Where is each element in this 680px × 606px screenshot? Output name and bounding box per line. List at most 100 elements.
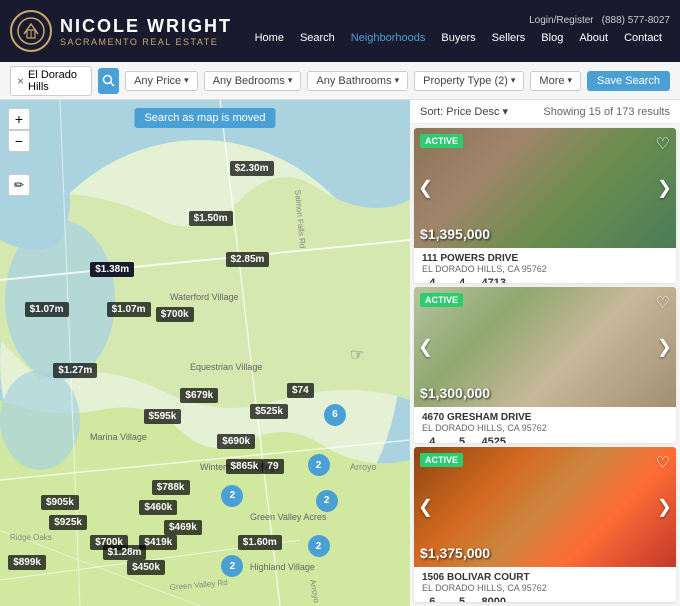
draw-tool-button[interactable]: ✏	[8, 174, 30, 196]
nav-buyers[interactable]: Buyers	[433, 28, 483, 48]
listing-card[interactable]: ACTIVE ♡ ❮ ❯ $1,395,000 111 POWERS DRIVE…	[414, 128, 676, 283]
sqft-stat: 8000 Sq.Ft.	[482, 596, 506, 602]
nav-home[interactable]: Home	[247, 28, 292, 48]
more-filter[interactable]: More ▾	[530, 71, 581, 91]
listing-city: EL DORADO HILLS, CA 95762	[422, 264, 668, 274]
save-search-button[interactable]: Save Search	[587, 71, 670, 91]
price-label[interactable]: $1.07m	[25, 302, 69, 317]
active-badge: ACTIVE	[420, 134, 463, 148]
listing-stats: 4 Beds 4 Baths 4713 Sq.Ft.	[422, 277, 668, 283]
nav-contact[interactable]: Contact	[616, 28, 670, 48]
nav-blog[interactable]: Blog	[533, 28, 571, 48]
listing-image: ACTIVE ♡ ❮ ❯ $1,375,000	[414, 447, 676, 567]
price-label[interactable]: $690k	[217, 434, 255, 449]
price-label[interactable]: $469k	[164, 520, 202, 535]
price-filter[interactable]: Any Price ▾	[125, 71, 198, 91]
remove-location[interactable]: ×	[17, 74, 24, 88]
beds-value: 4	[429, 277, 435, 283]
listing-price-overlay: $1,375,000	[420, 545, 490, 561]
map-area: Waterford Village Equestrian Village Mar…	[0, 100, 410, 606]
cluster-2[interactable]: 2	[221, 485, 243, 507]
favorite-icon[interactable]: ♡	[656, 293, 670, 313]
price-label[interactable]: $905k	[41, 495, 79, 510]
nav-search[interactable]: Search	[292, 28, 343, 48]
cluster-6[interactable]: 6	[324, 404, 346, 426]
sort-button[interactable]: Sort: Price Desc ▾	[420, 105, 508, 118]
favorite-icon[interactable]: ♡	[656, 134, 670, 154]
price-label[interactable]: $460k	[139, 500, 177, 515]
sort-arrow-icon: ▾	[502, 105, 508, 118]
search-bar: × El Dorado Hills Any Price ▾ Any Bedroo…	[0, 62, 680, 100]
baths-value: 5	[459, 596, 465, 602]
bedrooms-filter[interactable]: Any Bedrooms ▾	[204, 71, 302, 91]
listing-card[interactable]: ACTIVE ♡ ❮ ❯ $1,375,000 1506 BOLIVAR COU…	[414, 447, 676, 602]
price-label[interactable]: $450k	[127, 560, 165, 575]
price-label[interactable]: $899k	[8, 555, 46, 570]
cluster-2[interactable]: 2	[308, 454, 330, 476]
listing-city: EL DORADO HILLS, CA 95762	[422, 423, 668, 433]
price-label[interactable]: $679k	[180, 388, 218, 403]
cluster-2[interactable]: 2	[316, 490, 338, 512]
price-label[interactable]: $1.07m	[107, 302, 151, 317]
price-label[interactable]: $74	[287, 383, 314, 398]
active-badge: ACTIVE	[420, 293, 463, 307]
prev-image-button[interactable]: ❮	[418, 496, 433, 517]
beds-stat: 4 Beds	[422, 436, 443, 442]
listing-image: ACTIVE ♡ ❮ ❯ $1,300,000	[414, 287, 676, 407]
location-text: El Dorado Hills	[28, 69, 85, 93]
nav-about[interactable]: About	[571, 28, 616, 48]
prev-image-button[interactable]: ❮	[418, 337, 433, 358]
price-label[interactable]: 79	[262, 459, 283, 474]
nav-sellers[interactable]: Sellers	[484, 28, 534, 48]
svg-text:Highland Village: Highland Village	[250, 562, 315, 572]
baths-stat: 4 Baths	[451, 277, 474, 283]
nav-neighborhoods[interactable]: Neighborhoods	[343, 28, 434, 48]
login-link[interactable]: Login/Register	[529, 15, 593, 26]
listing-address: 4670 GRESHAM DRIVE	[422, 412, 668, 423]
bathrooms-filter[interactable]: Any Bathrooms ▾	[307, 71, 408, 91]
listing-card[interactable]: ACTIVE ♡ ❮ ❯ $1,300,000 4670 GRESHAM DRI…	[414, 287, 676, 442]
header: NICOLE WRIGHT SACRAMENTO REAL ESTATE Log…	[0, 0, 680, 62]
price-label[interactable]: $1.27m	[53, 363, 97, 378]
search-as-moved-button[interactable]: Search as map is moved	[134, 108, 275, 128]
next-image-button[interactable]: ❯	[657, 337, 672, 358]
price-label[interactable]: $2.85m	[226, 252, 270, 267]
svg-text:Arroyo: Arroyo	[350, 462, 377, 472]
sort-label: Sort: Price Desc	[420, 106, 499, 118]
svg-text:Waterford Village: Waterford Village	[170, 292, 239, 302]
search-button[interactable]	[98, 68, 119, 94]
prev-image-button[interactable]: ❮	[418, 178, 433, 199]
favorite-icon[interactable]: ♡	[656, 453, 670, 473]
listings-header: Sort: Price Desc ▾ Showing 15 of 173 res…	[410, 100, 680, 124]
beds-value: 6	[429, 596, 435, 602]
price-label[interactable]: $1.28m	[103, 545, 147, 560]
main-content: Waterford Village Equestrian Village Mar…	[0, 100, 680, 606]
next-image-button[interactable]: ❯	[657, 496, 672, 517]
price-label[interactable]: $865k	[226, 459, 264, 474]
price-label[interactable]: $925k	[49, 515, 87, 530]
cluster-2[interactable]: 2	[308, 535, 330, 557]
sqft-stat: 4525 Sq.Ft.	[482, 436, 506, 442]
next-image-button[interactable]: ❯	[657, 178, 672, 199]
listings-scroll: ACTIVE ♡ ❮ ❯ $1,395,000 111 POWERS DRIVE…	[410, 124, 680, 606]
property-type-filter[interactable]: Property Type (2) ▾	[414, 71, 524, 91]
sqft-value: 4525	[482, 436, 506, 442]
listing-address: 111 POWERS DRIVE	[422, 253, 668, 264]
price-label[interactable]: $2.30m	[230, 161, 274, 176]
price-label-selected[interactable]: $1.38m	[90, 262, 134, 277]
zoom-out-button[interactable]: −	[8, 130, 30, 152]
sqft-value: 8000	[482, 596, 506, 602]
svg-text:Ridge Oaks: Ridge Oaks	[10, 533, 52, 542]
price-label[interactable]: $700k	[156, 307, 194, 322]
price-label[interactable]: $525k	[250, 404, 288, 419]
price-label[interactable]: $1.50m	[189, 211, 233, 226]
price-label[interactable]: $595k	[144, 409, 182, 424]
results-count: Showing 15 of 173 results	[543, 106, 670, 118]
listing-price-overlay: $1,300,000	[420, 385, 490, 401]
price-label[interactable]: $788k	[152, 480, 190, 495]
zoom-in-button[interactable]: +	[8, 108, 30, 130]
price-label[interactable]: $1.60m	[238, 535, 282, 550]
main-nav: Home Search Neighborhoods Buyers Sellers…	[247, 28, 670, 48]
listing-info: 4670 GRESHAM DRIVE EL DORADO HILLS, CA 9…	[414, 407, 676, 442]
sqft-stat: 4713 Sq.Ft.	[482, 277, 506, 283]
